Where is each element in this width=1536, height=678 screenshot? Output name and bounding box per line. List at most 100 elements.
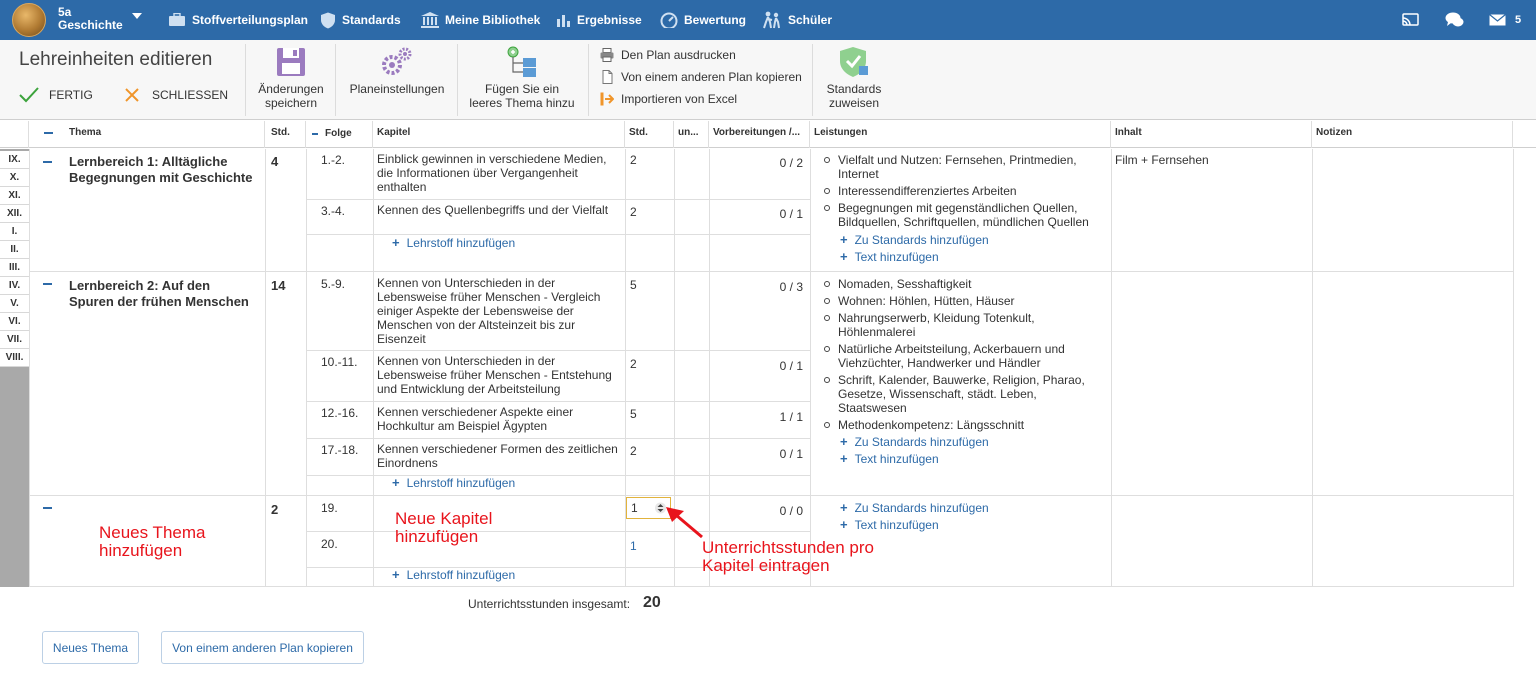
chapter-hours[interactable]: 1	[630, 539, 637, 553]
add-text-link[interactable]: + Text hinzufügen	[840, 249, 939, 264]
chapter-hours[interactable]: 5	[630, 278, 637, 292]
month-label[interactable]: III.	[0, 259, 29, 277]
add-lehrstoff-link[interactable]: + Lehrstoff hinzufügen	[392, 235, 515, 250]
month-label[interactable]: XI.	[0, 187, 29, 205]
preparation-ratio[interactable]: 0 / 1	[763, 447, 803, 461]
leistung-item[interactable]: Begegnungen mit gegenständlichen Quellen…	[820, 201, 1105, 229]
chapter-hours[interactable]: 2	[630, 205, 637, 219]
topic-title[interactable]: Lernbereich 1: Alltägliche Begegnungen m…	[69, 154, 259, 186]
collapse-all-icon[interactable]	[44, 132, 53, 134]
add-to-standards-link[interactable]: + Zu Standards hinzufügen	[840, 434, 989, 449]
new-topic-button[interactable]: Neues Thema	[42, 631, 139, 664]
header-std-chapter[interactable]: Std.	[625, 121, 674, 148]
add-to-standards-link[interactable]: + Zu Standards hinzufügen	[840, 500, 989, 515]
add-empty-topic-button[interactable]: Fügen Sie ein leeres Thema hinzu	[464, 46, 580, 110]
chapter-title[interactable]: Einblick gewinnen in verschiedene Medien…	[377, 152, 621, 194]
header-kapitel[interactable]: Kapitel	[373, 121, 625, 148]
add-lehrstoff-link[interactable]: + Lehrstoff hinzufügen	[392, 567, 515, 582]
month-label[interactable]: IV.	[0, 277, 29, 295]
chapter-hours[interactable]: 5	[630, 407, 637, 421]
chat-button[interactable]	[1445, 0, 1464, 40]
collapse-topic-icon[interactable]	[43, 161, 52, 163]
month-label[interactable]: VIII.	[0, 349, 29, 367]
inhalt-text[interactable]: Film + Fernsehen	[1115, 153, 1209, 167]
plan-settings-button[interactable]: Planeinstellungen	[344, 46, 450, 96]
header-un[interactable]: un...	[674, 121, 709, 148]
topic-title[interactable]: Lernbereich 2: Auf den Spuren der frühen…	[69, 278, 249, 310]
grid-line	[709, 149, 710, 587]
add-text-link[interactable]: + Text hinzufügen	[840, 517, 939, 532]
month-label[interactable]: X.	[0, 169, 29, 187]
chapter-hours[interactable]: 2	[630, 444, 637, 458]
month-label[interactable]: VI.	[0, 313, 29, 331]
copy-from-other-plan-button[interactable]: Von einem anderen Plan kopieren	[161, 631, 364, 664]
nav-bewertung[interactable]: Bewertung	[660, 0, 746, 40]
fertig-button[interactable]: FERTIG	[19, 87, 93, 103]
nav-meine-bibliothek[interactable]: Meine Bibliothek	[421, 0, 540, 40]
leistung-item[interactable]: Schrift, Kalender, Bauwerke, Religion, P…	[820, 373, 1105, 415]
preparation-ratio[interactable]: 0 / 2	[763, 156, 803, 170]
chapter-title[interactable]: Kennen verschiedener Aspekte einer Hochk…	[377, 405, 617, 433]
chapter-title[interactable]: Kennen von Unterschieden in der Lebenswe…	[377, 276, 617, 346]
preparation-ratio[interactable]: 0 / 1	[763, 207, 803, 221]
preparation-ratio[interactable]: 1 / 1	[763, 410, 803, 424]
chapter-title[interactable]: Kennen verschiedener Formen des zeitlich…	[377, 442, 623, 470]
chevron-down-icon[interactable]	[132, 13, 142, 19]
leistung-item[interactable]: Nomaden, Sesshaftigkeit	[820, 277, 1105, 291]
class-avatar[interactable]	[12, 3, 46, 37]
leistung-item[interactable]: Methodenkompetenz: Längsschnitt	[820, 418, 1105, 432]
preparation-ratio[interactable]: 0 / 1	[763, 359, 803, 373]
row-divider	[306, 234, 810, 235]
month-label[interactable]: V.	[0, 295, 29, 313]
month-label[interactable]: II.	[0, 241, 29, 259]
add-topic-label-line1: Fügen Sie ein	[484, 82, 560, 96]
leistung-item[interactable]: Nahrungserwerb, Kleidung Totenkult, Höhl…	[820, 311, 1105, 339]
add-standards-label: Zu Standards hinzufügen	[854, 500, 989, 515]
collapse-folge-icon[interactable]	[312, 133, 318, 135]
cast-button[interactable]	[1402, 0, 1419, 40]
topic-divider	[29, 495, 1513, 496]
preparation-ratio[interactable]: 0 / 3	[763, 280, 803, 294]
nav-schueler[interactable]: Schüler	[762, 0, 832, 40]
header-std[interactable]: Std.	[265, 121, 306, 148]
mail-button[interactable]: 5	[1489, 0, 1521, 40]
header-folge[interactable]: Folge	[306, 121, 373, 148]
preparation-ratio[interactable]: 0 / 0	[763, 504, 803, 518]
nav-ergebnisse[interactable]: Ergebnisse	[557, 0, 642, 40]
month-label[interactable]: VII.	[0, 331, 29, 349]
print-plan-button[interactable]: Den Plan ausdrucken	[600, 48, 736, 62]
leistung-item[interactable]: Natürliche Arbeitsteilung, Ackerbauern u…	[820, 342, 1105, 370]
save-changes-button[interactable]: Änderungen speichern	[253, 46, 329, 110]
collapse-topic-icon[interactable]	[43, 507, 52, 509]
header-vorbereitungen[interactable]: Vorbereitungen /...	[709, 121, 810, 148]
class-selector[interactable]: 5a Geschichte	[58, 6, 142, 32]
collapse-topic-icon[interactable]	[43, 283, 52, 285]
nav-standards[interactable]: Standards	[320, 0, 401, 40]
plus-icon: +	[840, 500, 848, 515]
header-inhalt[interactable]: Inhalt	[1111, 121, 1312, 148]
leistung-item[interactable]: Interessendifferenziertes Arbeiten	[820, 184, 1105, 198]
chapter-folge: 17.-18.	[321, 443, 359, 457]
import-excel-button[interactable]: Importieren von Excel	[600, 92, 737, 106]
add-lehrstoff-link[interactable]: + Lehrstoff hinzufügen	[392, 475, 515, 490]
month-label[interactable]: I.	[0, 223, 29, 241]
header-thema[interactable]: Thema	[29, 121, 265, 148]
chapter-hours[interactable]: 2	[630, 357, 637, 371]
add-text-link[interactable]: + Text hinzufügen	[840, 451, 939, 466]
chapter-title[interactable]: Kennen von Unterschieden in der Lebenswe…	[377, 354, 617, 396]
month-label[interactable]: XII.	[0, 205, 29, 223]
assign-standards-button[interactable]: Standards zuweisen	[820, 46, 888, 110]
fertig-label: FERTIG	[49, 88, 93, 102]
leistung-item[interactable]: Vielfalt und Nutzen: Fernsehen, Printmed…	[820, 153, 1105, 181]
header-leistungen[interactable]: Leistungen	[810, 121, 1111, 148]
copy-from-plan-button[interactable]: Von einem anderen Plan kopieren	[600, 70, 802, 84]
leistung-item[interactable]: Wohnen: Höhlen, Hütten, Häuser	[820, 294, 1105, 308]
chapter-hours[interactable]: 2	[630, 153, 637, 167]
schliessen-button[interactable]: SCHLIESSEN	[124, 87, 228, 103]
chapter-title[interactable]: Kennen des Quellenbegriffs und der Vielf…	[377, 203, 621, 217]
annotation-line: Kapitel eintragen	[702, 556, 830, 575]
nav-stoffverteilungsplan[interactable]: Stoffverteilungsplan	[168, 0, 308, 40]
month-label[interactable]: IX.	[0, 151, 29, 169]
add-to-standards-link[interactable]: + Zu Standards hinzufügen	[840, 232, 989, 247]
header-notizen[interactable]: Notizen	[1312, 121, 1513, 148]
